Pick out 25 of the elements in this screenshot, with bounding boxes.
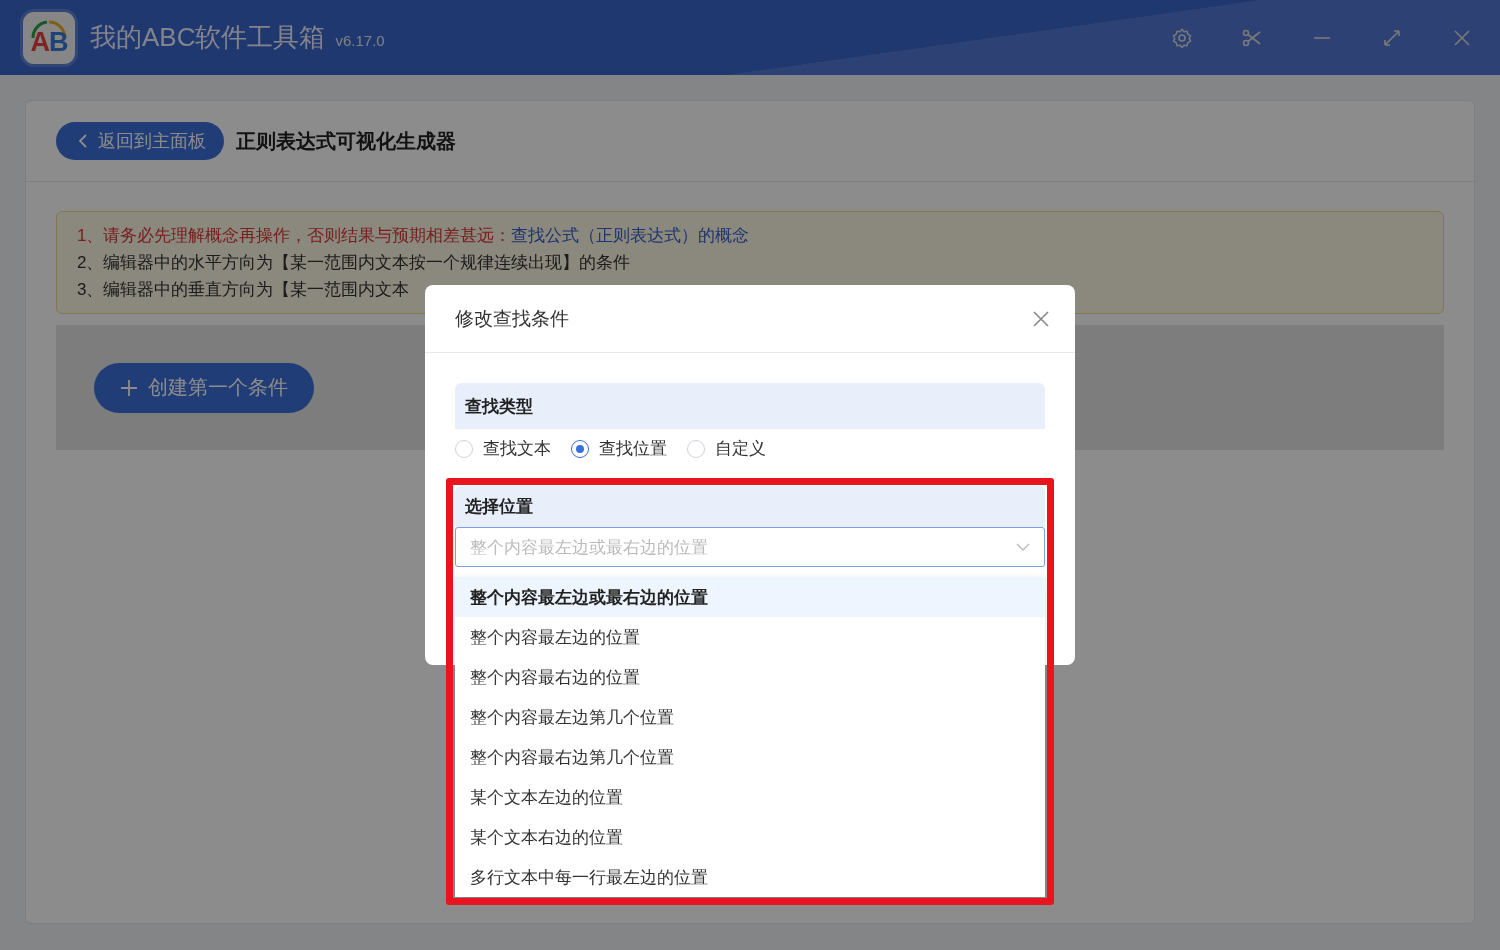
dropdown-option[interactable]: 多行文本中每一行最左边的位置 — [455, 857, 1045, 897]
notice-text: 3、编辑器中的垂直方向为【某一范围内文本 — [77, 279, 411, 301]
dropdown-option[interactable]: 整个内容最右边第几个位置 — [455, 737, 1045, 777]
dialog-title: 修改查找条件 — [455, 306, 569, 331]
section-header: 选择位置 — [455, 486, 1045, 527]
dropdown-option[interactable]: 某个文本左边的位置 — [455, 777, 1045, 817]
section-header: 查找类型 — [455, 383, 1045, 429]
radio-option[interactable]: 自定义 — [687, 437, 766, 460]
dropdown-option[interactable]: 整个内容最左边或最右边的位置 — [455, 577, 1045, 617]
radio-option[interactable]: 查找文本 — [455, 437, 551, 460]
dropdown-option[interactable]: 整个内容最左边第几个位置 — [455, 697, 1045, 737]
app-logo: AB — [20, 8, 78, 67]
page-title: 正则表达式可视化生成器 — [236, 128, 456, 154]
chevron-down-icon — [1016, 542, 1030, 552]
chevron-left-icon — [78, 133, 88, 149]
dropdown-option[interactable]: 整个内容最右边的位置 — [455, 657, 1045, 697]
plus-icon — [120, 378, 138, 397]
dropdown-option[interactable]: 整个内容最左边的位置 — [455, 617, 1045, 657]
app-title: 我的ABC软件工具箱 — [90, 21, 326, 54]
dropdown-option[interactable]: 某个文本右边的位置 — [455, 817, 1045, 857]
notice-text: 1、请务必先理解概念再操作，否则结果与预期相差甚远：查找公式（正则表达式）的概念 — [77, 225, 751, 247]
version-label: v6.17.0 — [335, 32, 385, 49]
radio-option[interactable]: 查找位置 — [571, 437, 667, 460]
close-icon[interactable] — [1033, 310, 1049, 327]
notice-text: 2、编辑器中的水平方向为【某一范围内文本按一个规律连续出现】的条件 — [77, 252, 632, 274]
